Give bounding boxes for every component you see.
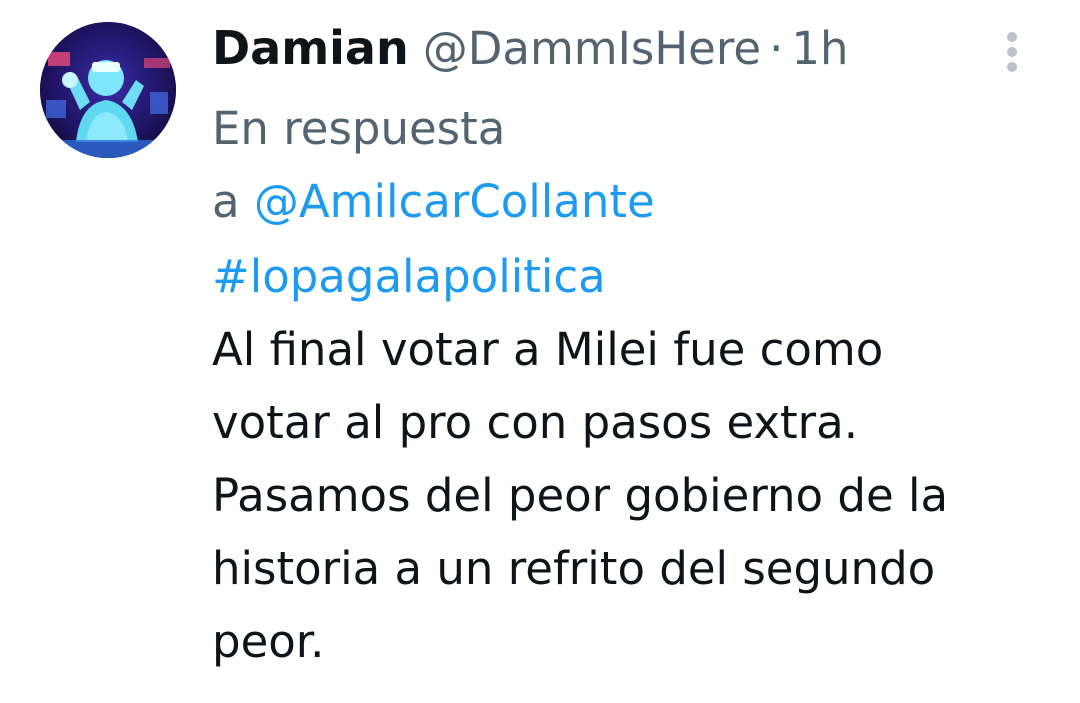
separator-dot: ·: [769, 22, 784, 75]
avatar-image: [40, 22, 176, 158]
display-name[interactable]: Damian: [212, 18, 409, 78]
profile-avatar[interactable]: [40, 22, 176, 158]
tweet-header: Damian @DammIsHere · 1h: [212, 18, 849, 78]
reply-mention-link[interactable]: @AmilcarCollante: [254, 175, 655, 228]
hashtag-link[interactable]: #lopagalapolitica: [212, 240, 1052, 313]
reply-prefix: En respuesta: [212, 102, 506, 155]
tweet-text-line: historia a un refrito del segundo: [212, 542, 936, 595]
more-options-button[interactable]: [994, 28, 1030, 76]
more-vertical-icon: [1007, 32, 1017, 42]
tweet-text-line: Al final votar a Milei fue como: [212, 323, 884, 376]
reply-prefix-a: a: [212, 175, 240, 228]
tweet-text-line: Pasamos del peor gobierno de la: [212, 469, 949, 522]
tweet-card[interactable]: Damian @DammIsHere · 1h En respuesta a @…: [0, 0, 1080, 703]
tweet-body: #lopagalapolitica Al final votar a Milei…: [212, 240, 1052, 678]
timestamp[interactable]: 1h: [791, 19, 848, 79]
user-handle[interactable]: @DammIsHere: [423, 19, 761, 79]
reply-context: En respuesta a @AmilcarCollante: [212, 92, 992, 238]
tweet-text-line: votar al pro con pasos extra.: [212, 396, 858, 449]
tweet-text-line: peor.: [212, 615, 325, 668]
